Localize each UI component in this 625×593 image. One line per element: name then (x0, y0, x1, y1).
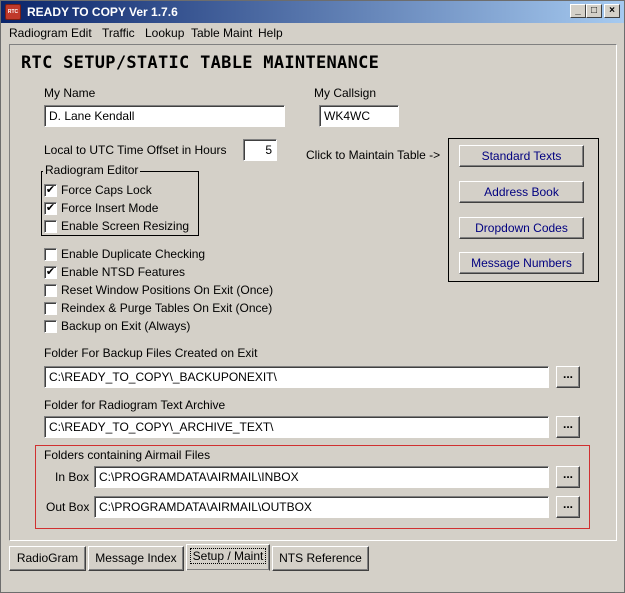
archive-folder-input[interactable]: C:\READY_TO_COPY\_ARCHIVE_TEXT\ (44, 416, 549, 438)
tab-nts-reference[interactable]: NTS Reference (272, 546, 369, 571)
reindex-purge-tables-checkbox[interactable] (44, 302, 57, 315)
inbox-folder-input[interactable]: C:\PROGRAMDATA\AIRMAIL\INBOX (94, 466, 549, 488)
enable-duplicate-checking-label: Enable Duplicate Checking (61, 247, 206, 261)
menu-lookup[interactable]: Lookup (145, 26, 184, 40)
menu-traffic[interactable]: Traffic (102, 26, 135, 40)
dropdown-codes-button[interactable]: Dropdown Codes (459, 217, 584, 239)
menu-edit[interactable]: Edit (71, 26, 92, 40)
outbox-folder-input[interactable]: C:\PROGRAMDATA\AIRMAIL\OUTBOX (94, 496, 549, 518)
radiogram-editor-legend: Radiogram Editor (43, 163, 141, 177)
archive-folder-label: Folder for Radiogram Text Archive (44, 398, 226, 412)
enable-ntsd-features-label: Enable NTSD Features (61, 265, 186, 279)
standard-texts-button[interactable]: Standard Texts (459, 145, 584, 167)
my-name-label: My Name (44, 86, 96, 100)
app-logo-icon (5, 4, 21, 20)
menu-radiogram[interactable]: Radiogram (9, 26, 68, 40)
menu-bar: Radiogram Edit Traffic Lookup Table Main… (1, 23, 624, 43)
force-caps-lock-checkbox[interactable]: ✔ (44, 184, 57, 197)
reset-window-positions-checkbox[interactable] (44, 284, 57, 297)
maintain-table-label: Click to Maintain Table -> (306, 148, 441, 162)
message-numbers-button[interactable]: Message Numbers (459, 252, 584, 274)
backup-on-exit-label: Backup on Exit (Always) (61, 319, 191, 333)
enable-ntsd-features-checkbox[interactable]: ✔ (44, 266, 57, 279)
address-book-button[interactable]: Address Book (459, 181, 584, 203)
tab-setup-maint[interactable]: Setup / Maint (186, 544, 270, 571)
enable-screen-resizing-checkbox[interactable] (44, 220, 57, 233)
minimize-button[interactable]: _ (570, 4, 586, 18)
my-name-input[interactable]: D. Lane Kendall (44, 105, 285, 127)
archive-folder-browse-button[interactable]: ... (556, 416, 580, 438)
backup-folder-label: Folder For Backup Files Created on Exit (44, 346, 258, 360)
force-caps-lock-label: Force Caps Lock (61, 183, 152, 197)
maximize-button[interactable]: □ (586, 4, 602, 18)
close-button[interactable]: × (604, 4, 620, 18)
airmail-folders-legend: Folders containing Airmail Files (44, 448, 211, 462)
tab-setup-maint-label: Setup / Maint (189, 548, 267, 564)
page-title: RTC SETUP/STATIC TABLE MAINTENANCE (21, 53, 380, 73)
force-insert-mode-label: Force Insert Mode (61, 201, 159, 215)
tab-radiogram[interactable]: RadioGram (9, 546, 86, 571)
enable-duplicate-checking-checkbox[interactable] (44, 248, 57, 261)
window-title: READY TO COPY Ver 1.7.6 (27, 5, 178, 19)
inbox-label: In Box (55, 470, 90, 484)
backup-folder-input[interactable]: C:\READY_TO_COPY\_BACKUPONEXIT\ (44, 366, 549, 388)
tab-message-index[interactable]: Message Index (88, 546, 184, 571)
main-window: READY TO COPY Ver 1.7.6 _ □ × Radiogram … (0, 0, 625, 593)
outbox-browse-button[interactable]: ... (556, 496, 580, 518)
inbox-browse-button[interactable]: ... (556, 466, 580, 488)
my-callsign-label: My Callsign (314, 86, 377, 100)
menu-table-maint[interactable]: Table Maint (191, 26, 252, 40)
outbox-label: Out Box (46, 500, 90, 514)
reset-window-positions-label: Reset Window Positions On Exit (Once) (61, 283, 274, 297)
force-insert-mode-checkbox[interactable]: ✔ (44, 202, 57, 215)
reindex-purge-tables-label: Reindex & Purge Tables On Exit (Once) (61, 301, 273, 315)
menu-help[interactable]: Help (258, 26, 283, 40)
backup-folder-browse-button[interactable]: ... (556, 366, 580, 388)
my-callsign-input[interactable]: WK4WC (319, 105, 399, 127)
backup-on-exit-checkbox[interactable] (44, 320, 57, 333)
utc-offset-input[interactable]: 5 (243, 139, 277, 161)
enable-screen-resizing-label: Enable Screen Resizing (61, 219, 190, 233)
utc-offset-label: Local to UTC Time Offset in Hours (44, 143, 227, 157)
title-bar[interactable]: READY TO COPY Ver 1.7.6 _ □ × (1, 1, 624, 23)
